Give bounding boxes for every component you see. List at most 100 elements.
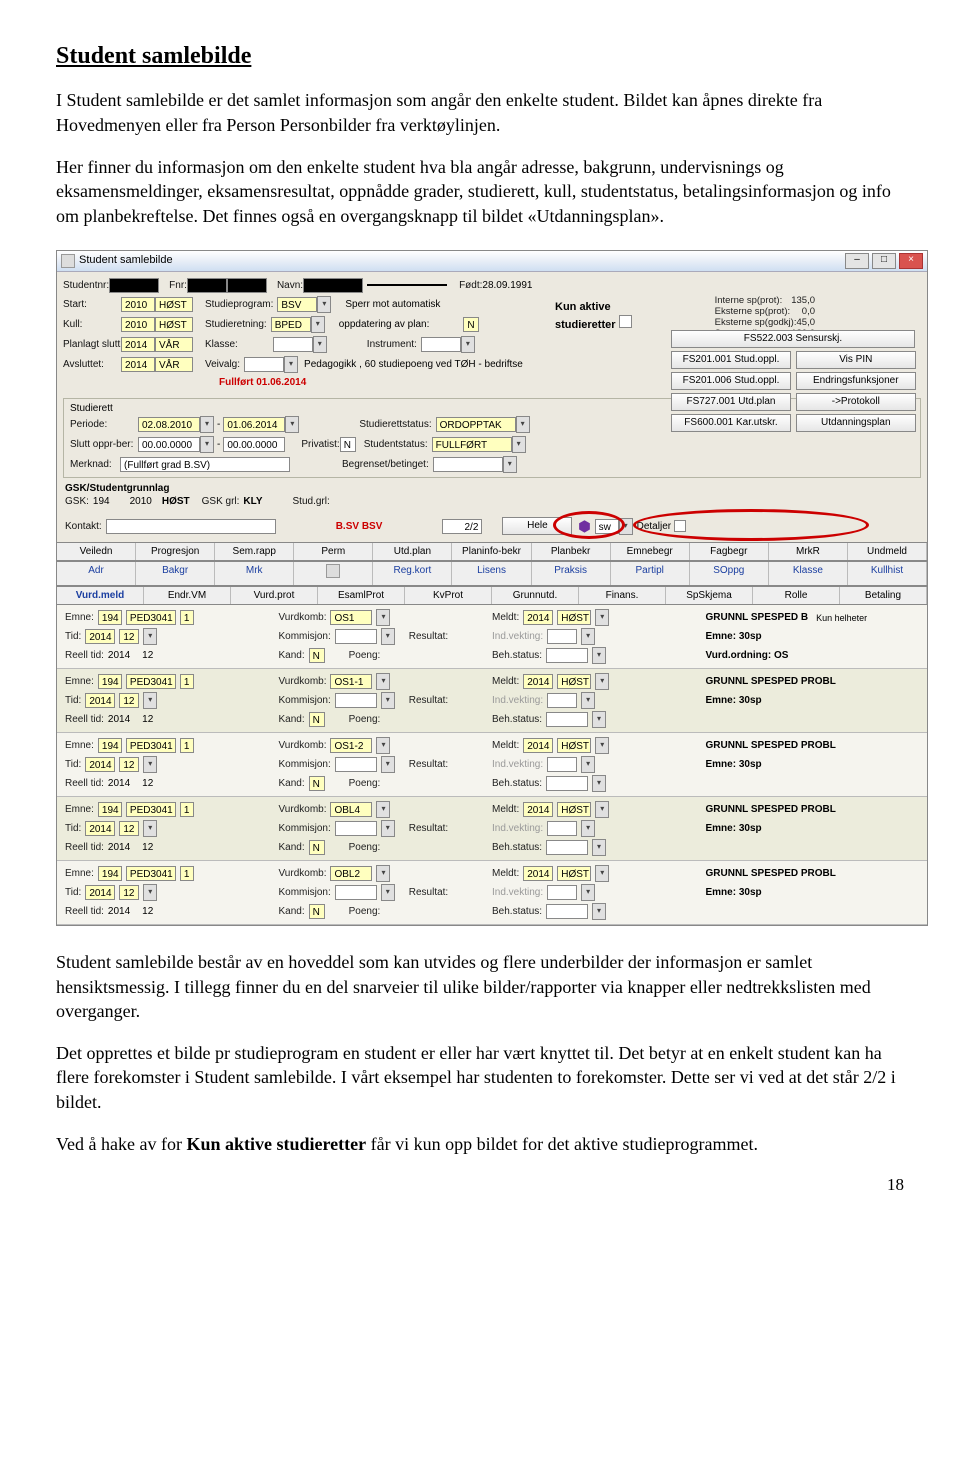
btn-utdanningsplan[interactable]: Utdanningsplan [796,414,916,432]
btn-vis-pin[interactable]: Vis PIN [796,351,916,369]
studieretn-label: Studieretning: [205,318,267,332]
tab-mrkr[interactable]: MrkR [769,543,848,561]
detaljer-checkbox[interactable] [674,520,686,532]
dropdown-icon[interactable]: ▾ [311,316,325,333]
dropdown-icon[interactable]: ▾ [317,296,331,313]
btn-studoppl-1[interactable]: FS201.001 Stud.oppl. [671,351,791,369]
kontakt-field[interactable] [106,519,276,534]
start-label: Start: [63,298,121,312]
btn-sensurskj[interactable]: FS522.003 Sensurskj. [671,330,915,348]
studentnr-label: Studentnr: [63,279,109,293]
start-sem[interactable]: HØST [155,297,193,312]
tab-esamlprot[interactable]: EsamlProt [318,587,405,605]
btn-utdplan[interactable]: FS727.001 Utd.plan [671,393,791,411]
dropdown-icon[interactable]: ▾ [512,436,526,453]
tab-perm[interactable]: Perm [294,543,373,561]
navn-label: Navn: [277,279,303,293]
tab-row-1: VeilednProgresjonSem.rappPermUtd.planPla… [57,542,927,562]
studentstatus-label: Studentstatus: [364,438,428,452]
tab-undmeld[interactable]: Undmeld [848,543,927,561]
calendar-icon[interactable]: ▾ [200,416,214,433]
tab-fagbegr[interactable]: Fagbegr [690,543,769,561]
hele-button[interactable]: Hele [502,517,572,535]
tab-planbekr[interactable]: Planbekr [532,543,611,561]
sperr-field[interactable]: N [463,317,479,332]
tab-mrk[interactable]: Mrk [215,562,294,585]
tab-rolle[interactable]: Rolle [753,587,840,605]
sw-field[interactable]: sw [595,519,619,534]
kull-year[interactable]: 2010 [121,317,155,332]
fodt-value: 28.09.1991 [482,279,532,293]
btn-studoppl-6[interactable]: FS201.006 Stud.oppl. [671,372,791,390]
dropdown-icon[interactable]: ▾ [503,456,517,473]
tab-veiledn[interactable]: Veiledn [57,543,136,561]
btn-karutskr[interactable]: FS600.001 Kar.utskr. [671,414,791,432]
dropdown-icon[interactable]: ▾ [461,336,475,353]
start-year[interactable]: 2010 [121,297,155,312]
tab-planinfo-bekr[interactable]: Planinfo-bekr [452,543,531,561]
minimize-button[interactable]: – [845,253,869,269]
kun-aktive-checkbox[interactable] [619,315,632,328]
studieretn-field[interactable]: BPED [271,317,311,332]
studentnr-field[interactable] [109,278,159,293]
dropdown-icon[interactable]: ▾ [619,518,633,535]
dropdown-icon[interactable]: ▾ [516,416,530,433]
tab-adr[interactable]: Adr [57,562,136,585]
tab-kullhist[interactable]: Kullhist [848,562,927,585]
tab-bakgr[interactable]: Bakgr [136,562,215,585]
tab-grunnutd-[interactable]: Grunnutd. [492,587,579,605]
maximize-button[interactable]: □ [872,253,896,269]
veivalg-code[interactable] [244,357,284,372]
btn-protokoll[interactable]: ->Protokoll [796,393,916,411]
kull-sem[interactable]: HØST [155,317,193,332]
slutt-to[interactable]: 00.00.0000 [223,437,285,452]
tab-soppg[interactable]: SOppg [690,562,769,585]
record-row: Emne:194PED30411 Vurdkomb:OS1-2▾ Meldt:2… [57,733,927,797]
record-row: Emne:194PED30411 Vurdkomb:OS1-1▾ Meldt:2… [57,669,927,733]
srstatus-field[interactable]: ORDOPPTAK [436,417,516,432]
tab-partipl[interactable]: Partipl [611,562,690,585]
fnr2-field[interactable] [227,278,267,293]
tab-endr-vm[interactable]: Endr.VM [144,587,231,605]
fnr1-field[interactable] [187,278,227,293]
dropdown-icon[interactable]: ▾ [313,336,327,353]
avsluttet-year[interactable]: 2014 [121,357,155,372]
merknad-field[interactable]: (Fullført grad B.SV) [120,457,290,472]
navn-field[interactable] [303,278,363,293]
studieprog-field[interactable]: BSV [277,297,317,312]
slutt-from[interactable]: 00.00.0000 [138,437,200,452]
instrument-field[interactable] [421,337,461,352]
calendar-icon[interactable]: ▾ [285,416,299,433]
tab-utd-plan[interactable]: Utd.plan [373,543,452,561]
periode-to[interactable]: 01.06.2014 [223,417,285,432]
tab-betaling[interactable]: Betaling [840,587,927,605]
tab-vurd-meld[interactable]: Vurd.meld [57,587,144,605]
avsluttet-label: Avsluttet: [63,358,121,372]
klasse-field[interactable] [273,337,313,352]
tab-progresjon[interactable]: Progresjon [136,543,215,561]
avsluttet-sem[interactable]: VÅR [155,357,193,372]
privatist-field[interactable]: N [340,437,356,452]
tab-sem-rapp[interactable]: Sem.rapp [215,543,294,561]
tab-kvprot[interactable]: KvProt [405,587,492,605]
calendar-icon[interactable]: ▾ [200,436,214,453]
studentstatus-field[interactable]: FULLFØRT [432,437,512,452]
tab-vurd-prot[interactable]: Vurd.prot [231,587,318,605]
planslutt-sem[interactable]: VÅR [155,337,193,352]
tab-emnebegr[interactable]: Emnebegr [611,543,690,561]
detaljer-label: Detaljer [637,520,671,534]
tab-icon[interactable] [294,562,373,585]
tab-spskjema[interactable]: SpSkjema [666,587,753,605]
planslutt-year[interactable]: 2014 [121,337,155,352]
tab-klasse[interactable]: Klasse [769,562,848,585]
dropdown-icon[interactable]: ▾ [284,356,298,373]
begrenset-field[interactable] [433,457,503,472]
btn-endringsfunksjoner[interactable]: Endringsfunksjoner [796,372,916,390]
close-button[interactable]: × [899,253,923,269]
srstatus-label: Studierettstatus: [359,418,431,432]
tab-lisens[interactable]: Lisens [452,562,531,585]
tab-praksis[interactable]: Praksis [532,562,611,585]
periode-from[interactable]: 02.08.2010 [138,417,200,432]
tab-reg-kort[interactable]: Reg.kort [373,562,452,585]
tab-finans-[interactable]: Finans. [579,587,666,605]
